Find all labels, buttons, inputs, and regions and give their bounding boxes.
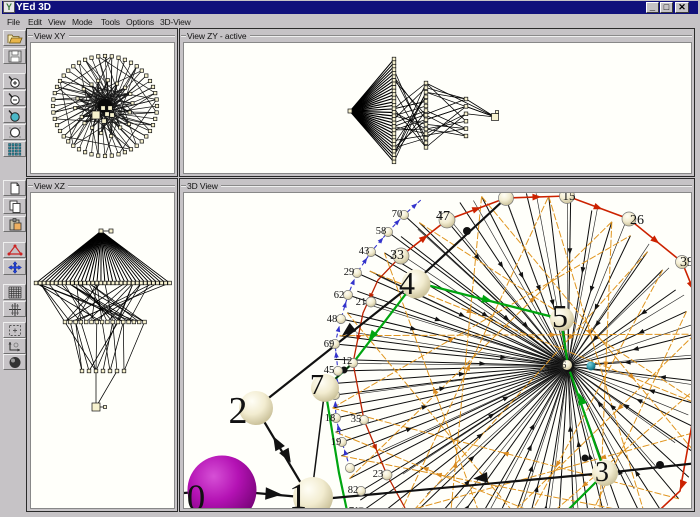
svg-text:15: 15: [563, 193, 576, 203]
svg-text:39: 39: [680, 255, 692, 270]
svg-text:19: 19: [331, 437, 342, 448]
svg-text:71: 71: [349, 506, 360, 509]
svg-text:35: 35: [351, 414, 362, 425]
svg-text:43: 43: [359, 246, 370, 257]
svg-text:21: 21: [356, 297, 367, 308]
svg-text:70: 70: [392, 209, 403, 220]
svg-text:33: 33: [390, 248, 404, 263]
svg-text:48: 48: [327, 314, 338, 325]
svg-text:58: 58: [376, 226, 387, 237]
svg-text:69: 69: [324, 339, 335, 350]
svg-text:18: 18: [325, 413, 336, 424]
svg-text:12: 12: [342, 356, 353, 367]
svg-text:29: 29: [344, 267, 355, 278]
svg-text:3: 3: [595, 457, 609, 488]
svg-text:4: 4: [399, 265, 415, 301]
svg-text:45: 45: [324, 365, 335, 376]
svg-text:23: 23: [373, 469, 384, 480]
svg-text:7: 7: [310, 370, 324, 401]
svg-text:6: 6: [562, 360, 567, 370]
svg-text:47: 47: [436, 209, 450, 224]
svg-text:82: 82: [348, 485, 359, 496]
svg-text:1: 1: [289, 476, 307, 509]
svg-text:5: 5: [552, 298, 568, 334]
svg-text:2: 2: [229, 390, 248, 432]
svg-text:0: 0: [187, 478, 206, 509]
svg-text:26: 26: [630, 213, 644, 228]
svg-text:62: 62: [334, 290, 345, 301]
